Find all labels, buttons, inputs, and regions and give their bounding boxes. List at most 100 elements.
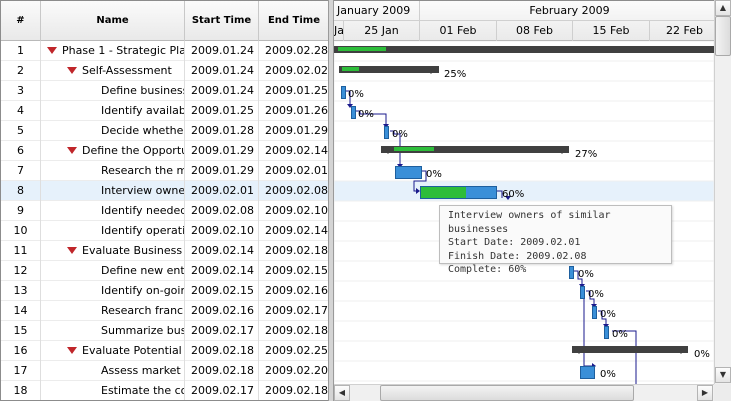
- task-name-cell[interactable]: Identify needed resources: [41, 201, 185, 221]
- end-time-cell[interactable]: 2009.02.16: [259, 281, 328, 301]
- vertical-scrollbar[interactable]: ▲ ▼: [714, 0, 731, 384]
- table-row[interactable]: 5 Decide whether to proceed2009.01.282009…: [1, 121, 328, 141]
- start-time-cell[interactable]: 2009.02.17: [185, 381, 259, 400]
- table-row[interactable]: 7 Research the market2009.01.292009.02.01: [1, 161, 328, 181]
- table-row[interactable]: 13 Identify on-going2009.02.152009.02.16: [1, 281, 328, 301]
- end-time-cell[interactable]: 2009.02.18: [259, 241, 328, 261]
- table-row[interactable]: 18 Estimate the competition2009.02.172009…: [1, 381, 328, 400]
- start-time-cell[interactable]: 2009.01.29: [185, 141, 259, 161]
- triangle-down-icon[interactable]: [67, 147, 77, 154]
- end-time-cell[interactable]: 2009.01.29: [259, 121, 328, 141]
- summary-bar-row-2[interactable]: [339, 66, 439, 74]
- task-name-cell[interactable]: Identify on-going: [41, 281, 185, 301]
- table-row[interactable]: 1 Phase 1 - Strategic Plan 2009.01.24 2009.…: [1, 41, 328, 61]
- task-name-cell[interactable]: Summarize business: [41, 321, 185, 341]
- start-time-cell[interactable]: 2009.02.14: [185, 261, 259, 281]
- end-time-cell[interactable]: 2009.02.14: [259, 221, 328, 241]
- table-row[interactable]: 6 Define the Opportunity2009.01.292009.02…: [1, 141, 328, 161]
- end-time-cell[interactable]: 2009.02.01: [259, 161, 328, 181]
- task-bar-row-7[interactable]: [395, 166, 422, 179]
- vertical-scroll-thumb[interactable]: [715, 16, 731, 56]
- table-row[interactable]: 4 Identify available skills2009.01.252009…: [1, 101, 328, 121]
- end-time-cell[interactable]: 2009.02.15: [259, 261, 328, 281]
- task-bar-row-4[interactable]: [351, 106, 356, 119]
- task-name-cell[interactable]: Define the Opportunity: [41, 141, 185, 161]
- task-name-cell[interactable]: Define business vision: [41, 81, 185, 101]
- task-name-cell[interactable]: Interview owners: [41, 181, 185, 201]
- start-time-cell[interactable]: 2009.02.01: [185, 181, 259, 201]
- end-time-cell[interactable]: 2009.02.14: [259, 141, 328, 161]
- start-time-cell[interactable]: 2009.01.29: [185, 161, 259, 181]
- table-row[interactable]: 15 Summarize business2009.02.172009.02.18: [1, 321, 328, 341]
- start-time-cell[interactable]: 2009.02.14: [185, 241, 259, 261]
- triangle-down-icon[interactable]: [67, 67, 77, 74]
- end-time-cell[interactable]: 2009.02.18: [259, 321, 328, 341]
- start-time-cell[interactable]: 2009.01.25: [185, 101, 259, 121]
- end-time-cell[interactable]: 2009.02.08: [259, 181, 328, 201]
- start-time-cell[interactable]: 2009.01.24: [185, 61, 259, 81]
- table-row[interactable]: 9 Identify needed resources2009.02.082009…: [1, 201, 328, 221]
- start-time-cell[interactable]: 2009.01.24: [185, 81, 259, 101]
- start-time-cell[interactable]: 2009.01.28: [185, 121, 259, 141]
- column-header-start-time[interactable]: Start Time: [185, 1, 259, 41]
- task-bar-row-13[interactable]: [580, 286, 585, 299]
- arrow-down-icon[interactable]: ▼: [715, 367, 731, 383]
- task-name-cell[interactable]: Assess market size: [41, 361, 185, 381]
- table-row[interactable]: 10 Identify operating cost2009.02.102009.…: [1, 221, 328, 241]
- task-name-cell[interactable]: Identify available skills: [41, 101, 185, 121]
- arrow-up-icon[interactable]: ▲: [715, 0, 731, 16]
- start-time-cell[interactable]: 2009.02.10: [185, 221, 259, 241]
- task-name-cell[interactable]: Identify operating cost: [41, 221, 185, 241]
- task-name-cell[interactable]: Evaluate Potential Risks: [41, 341, 185, 361]
- column-header-number[interactable]: #: [1, 1, 41, 41]
- table-row[interactable]: 11 Evaluate Business Approach2009.02.1420…: [1, 241, 328, 261]
- end-time-cell[interactable]: 2009.01.25: [259, 81, 328, 101]
- task-bar-row-15[interactable]: [604, 326, 609, 339]
- task-bar-row-5[interactable]: [384, 126, 389, 139]
- start-time-cell[interactable]: 2009.02.18: [185, 361, 259, 381]
- task-bar-row-3[interactable]: [341, 86, 346, 99]
- column-header-end-time[interactable]: End Time: [259, 1, 328, 41]
- task-bar-row-17[interactable]: [580, 366, 595, 379]
- end-time-cell[interactable]: 2009.02.10: [259, 201, 328, 221]
- arrow-left-icon[interactable]: ◀: [334, 385, 350, 401]
- end-time-cell[interactable]: 2009.02.02: [259, 61, 328, 81]
- triangle-down-icon[interactable]: [67, 247, 77, 254]
- task-name-cell[interactable]: Define new entity: [41, 261, 185, 281]
- start-time-cell[interactable]: 2009.02.18: [185, 341, 259, 361]
- task-name-cell[interactable]: Self-Assessment: [41, 61, 185, 81]
- arrow-right-icon[interactable]: ▶: [697, 385, 713, 401]
- task-bar-row-14[interactable]: [592, 306, 597, 319]
- table-row[interactable]: 8 Interview owners2009.02.012009.02.08: [1, 181, 328, 201]
- triangle-down-icon[interactable]: [47, 47, 57, 54]
- table-row[interactable]: 14 Research franchise2009.02.162009.02.17: [1, 301, 328, 321]
- task-name-cell[interactable]: Phase 1 - Strategic Plan: [41, 41, 185, 61]
- start-time-cell[interactable]: 2009.02.15: [185, 281, 259, 301]
- task-name-cell[interactable]: Research the market: [41, 161, 185, 181]
- table-row[interactable]: 16 Evaluate Potential Risks2009.02.182009…: [1, 341, 328, 361]
- horizontal-scrollbar[interactable]: ◀ ▶: [334, 384, 714, 401]
- task-name-cell[interactable]: Evaluate Business Approach: [41, 241, 185, 261]
- end-time-cell[interactable]: 2009.01.26: [259, 101, 328, 121]
- table-row[interactable]: 3 Define business vision2009.01.242009.01…: [1, 81, 328, 101]
- start-time-cell[interactable]: 2009.02.16: [185, 301, 259, 321]
- table-row[interactable]: 17 Assess market size2009.02.182009.02.20: [1, 361, 328, 381]
- end-time-cell[interactable]: 2009.02.25: [259, 341, 328, 361]
- task-bar-row-8[interactable]: [420, 186, 497, 199]
- table-row[interactable]: 2 Self-Assessment 2009.01.24 2009.02.02: [1, 61, 328, 81]
- summary-bar-row-1[interactable]: [334, 46, 714, 53]
- table-row[interactable]: 12 Define new entity2009.02.142009.02.15: [1, 261, 328, 281]
- task-name-cell[interactable]: Estimate the competition: [41, 381, 185, 400]
- end-time-cell[interactable]: 2009.02.18: [259, 381, 328, 400]
- end-time-cell[interactable]: 2009.02.17: [259, 301, 328, 321]
- end-time-cell[interactable]: 2009.02.28: [259, 41, 328, 61]
- summary-bar-row-16[interactable]: [572, 346, 688, 354]
- start-time-cell[interactable]: 2009.02.08: [185, 201, 259, 221]
- column-header-name[interactable]: Name: [41, 1, 185, 41]
- start-time-cell[interactable]: 2009.01.24: [185, 41, 259, 61]
- end-time-cell[interactable]: 2009.02.20: [259, 361, 328, 381]
- task-name-cell[interactable]: Decide whether to proceed: [41, 121, 185, 141]
- task-name-cell[interactable]: Research franchise: [41, 301, 185, 321]
- summary-bar-row-6[interactable]: [381, 146, 569, 154]
- horizontal-scroll-thumb[interactable]: [380, 385, 634, 401]
